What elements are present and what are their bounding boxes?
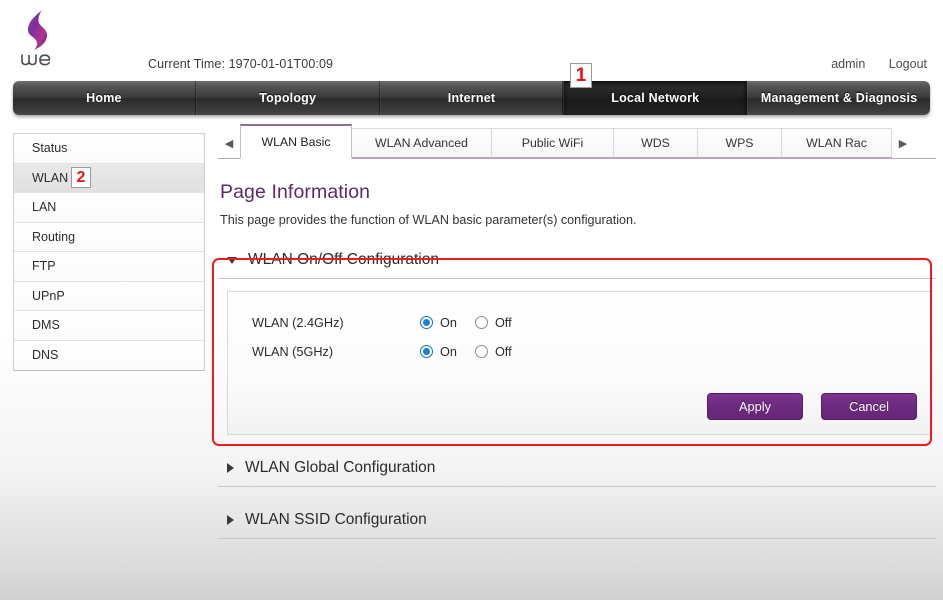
radio-label-on: On <box>440 345 457 359</box>
we-wordmark-icon <box>20 52 70 68</box>
section-header-wlan-global[interactable]: WLAN Global Configuration <box>218 453 936 483</box>
page-title: Page Information <box>220 181 936 204</box>
logout-link[interactable]: Logout <box>889 57 927 71</box>
annotation-badge-2: 2 <box>71 167 91 188</box>
we-logo[interactable] <box>18 8 80 70</box>
radio-circle-off-icon <box>475 345 488 358</box>
page-information: Page Information This page provides the … <box>218 159 936 227</box>
radio-label-on: On <box>440 316 457 330</box>
page-body: Status WLAN LAN Routing FTP UPnP DMS DNS… <box>0 120 943 600</box>
radio-circle-on-icon <box>420 345 433 358</box>
radio-label-off: Off <box>495 345 512 359</box>
section-title-wlan-ssid: WLAN SSID Configuration <box>245 511 427 529</box>
section-title-wlan-onoff: WLAN On/Off Configuration <box>248 251 439 269</box>
chevron-right-icon <box>227 463 234 473</box>
radio-wlan-24ghz-on[interactable]: On <box>420 316 457 330</box>
sidebar-item-wlan[interactable]: WLAN <box>14 164 204 194</box>
radio-wlan-5ghz-on[interactable]: On <box>420 345 457 359</box>
tab-wlan-rac[interactable]: WLAN Rac <box>782 128 892 158</box>
sidebar-item-upnp[interactable]: UPnP <box>14 282 204 312</box>
we-flame-icon <box>18 8 58 54</box>
section-title-wlan-global: WLAN Global Configuration <box>245 459 435 477</box>
cancel-button[interactable]: Cancel <box>821 393 917 420</box>
label-wlan-24ghz: WLAN (2.4GHz) <box>252 316 420 330</box>
tab-public-wifi[interactable]: Public WiFi <box>492 128 614 158</box>
tab-wlan-advanced[interactable]: WLAN Advanced <box>352 128 492 158</box>
section-divider <box>218 538 936 539</box>
radio-wlan-5ghz-off[interactable]: Off <box>475 345 512 359</box>
radio-group-wlan-5ghz: On Off <box>420 345 530 359</box>
tab-strip: ◀ WLAN Basic WLAN Advanced Public WiFi W… <box>218 125 936 159</box>
tab-wds[interactable]: WDS <box>614 128 698 158</box>
chevron-down-icon <box>227 257 237 264</box>
sidebar-item-lan[interactable]: LAN <box>14 193 204 223</box>
nav-item-internet[interactable]: Internet <box>380 81 564 115</box>
radio-circle-off-icon <box>475 316 488 329</box>
section-divider <box>218 278 936 279</box>
sidebar-item-dns[interactable]: DNS <box>14 341 204 371</box>
chevron-right-icon <box>227 515 234 525</box>
nav-item-topology[interactable]: Topology <box>196 81 380 115</box>
tab-wps[interactable]: WPS <box>698 128 782 158</box>
sidebar-item-dms[interactable]: DMS <box>14 311 204 341</box>
content-area: ◀ WLAN Basic WLAN Advanced Public WiFi W… <box>218 125 936 539</box>
nav-item-management-diagnosis[interactable]: Management & Diagnosis <box>747 81 930 115</box>
field-row-wlan-5ghz: WLAN (5GHz) On Off <box>228 337 931 366</box>
section-divider <box>218 486 936 487</box>
sidebar-item-status[interactable]: Status <box>14 134 204 164</box>
tabs-next-arrow-icon[interactable]: ▶ <box>892 128 914 158</box>
field-row-wlan-24ghz: WLAN (2.4GHz) On Off <box>228 308 931 337</box>
section-wlan-onoff: WLAN On/Off Configuration WLAN (2.4GHz) … <box>218 245 936 435</box>
radio-circle-on-icon <box>420 316 433 329</box>
label-wlan-5ghz: WLAN (5GHz) <box>252 345 420 359</box>
nav-item-home[interactable]: Home <box>13 81 196 115</box>
section-header-wlan-ssid[interactable]: WLAN SSID Configuration <box>218 505 936 535</box>
radio-wlan-24ghz-off[interactable]: Off <box>475 316 512 330</box>
apply-button[interactable]: Apply <box>707 393 803 420</box>
sidebar-item-ftp[interactable]: FTP <box>14 252 204 282</box>
section-wlan-ssid: WLAN SSID Configuration <box>218 505 936 539</box>
username-label: admin <box>831 57 865 71</box>
wlan-onoff-panel: WLAN (2.4GHz) On Off <box>227 291 932 435</box>
section-header-wlan-onoff[interactable]: WLAN On/Off Configuration <box>218 245 936 275</box>
section-wlan-global: WLAN Global Configuration <box>218 453 936 487</box>
main-navigation: Home Topology Internet Local Network Man… <box>13 81 930 115</box>
page-description: This page provides the function of WLAN … <box>220 213 936 227</box>
panel-button-row: Apply Cancel <box>689 393 917 420</box>
radio-group-wlan-24ghz: On Off <box>420 316 530 330</box>
tabs-prev-arrow-icon[interactable]: ◀ <box>218 128 240 158</box>
user-area: admin Logout <box>811 57 927 71</box>
tab-wlan-basic[interactable]: WLAN Basic <box>240 124 352 159</box>
annotation-badge-1: 1 <box>570 63 592 88</box>
sidebar-menu: Status WLAN LAN Routing FTP UPnP DMS DNS <box>13 133 205 371</box>
router-admin-page: Current Time: 1970-01-01T00:09 admin Log… <box>0 0 943 600</box>
current-time-label: Current Time: 1970-01-01T00:09 <box>148 57 333 71</box>
page-header: Current Time: 1970-01-01T00:09 admin Log… <box>0 0 943 78</box>
radio-label-off: Off <box>495 316 512 330</box>
sidebar-item-routing[interactable]: Routing <box>14 223 204 253</box>
